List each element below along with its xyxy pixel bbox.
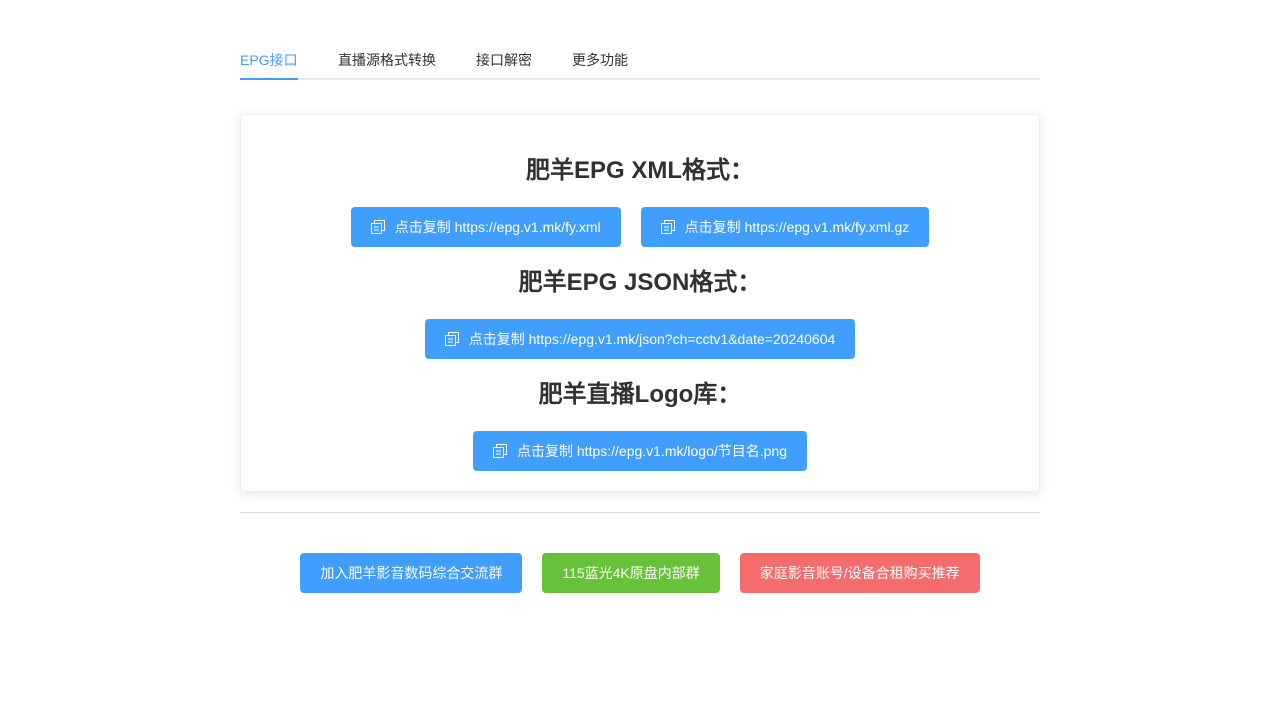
copy-icon <box>493 444 507 458</box>
json-button-row: 点击复制 https://epg.v1.mk/json?ch=cctv1&dat… <box>241 319 1039 359</box>
bluray-group-button[interactable]: 115蓝光4K原盘内部群 <box>542 553 720 593</box>
page: EPG接口 直播源格式转换 接口解密 更多功能 肥羊EPG XML格式： 点击复… <box>0 0 1280 720</box>
copy-json-label: 点击复制 https://epg.v1.mk/json?ch=cctv1&dat… <box>468 331 836 347</box>
xml-section-title: 肥羊EPG XML格式： <box>525 157 754 184</box>
divider <box>240 512 1040 513</box>
json-section-title: 肥羊EPG JSON格式： <box>518 269 762 296</box>
logo-button-row: 点击复制 https://epg.v1.mk/logo/节目名.png <box>241 431 1039 471</box>
tab-interface-decrypt[interactable]: 接口解密 <box>476 40 532 78</box>
copy-icon <box>444 332 459 346</box>
active-tab-indicator <box>240 78 298 80</box>
copy-xml-gz-button[interactable]: 点击复制 https://epg.v1.mk/fy.xml.gz <box>640 207 930 247</box>
tab-bar: EPG接口 直播源格式转换 接口解密 更多功能 <box>240 40 1040 80</box>
copy-json-button[interactable]: 点击复制 https://epg.v1.mk/json?ch=cctv1&dat… <box>424 319 856 359</box>
account-rental-button[interactable]: 家庭影音账号/设备合租购买推荐 <box>739 553 980 593</box>
footer-button-row: 加入肥羊影音数码综合交流群 115蓝光4K原盘内部群 家庭影音账号/设备合租购买… <box>0 553 1280 593</box>
tab-epg-interface[interactable]: EPG接口 <box>240 40 298 78</box>
copy-xml-button[interactable]: 点击复制 https://epg.v1.mk/fy.xml <box>350 207 621 247</box>
copy-icon <box>370 220 385 234</box>
tab-more-features[interactable]: 更多功能 <box>572 40 628 78</box>
copy-xml-gz-label: 点击复制 https://epg.v1.mk/fy.xml.gz <box>684 219 910 235</box>
xml-button-row: 点击复制 https://epg.v1.mk/fy.xml 点击复制 https… <box>241 207 1039 247</box>
copy-icon <box>660 220 675 234</box>
epg-card: 肥羊EPG XML格式： 点击复制 https://epg.v1.mk/fy.x… <box>240 114 1040 492</box>
logo-section-title: 肥羊直播Logo库： <box>538 381 742 408</box>
copy-xml-label: 点击复制 https://epg.v1.mk/fy.xml <box>394 219 601 235</box>
copy-logo-label: 点击复制 https://epg.v1.mk/logo/节目名.png <box>517 443 787 459</box>
join-group-button[interactable]: 加入肥羊影音数码综合交流群 <box>300 553 523 593</box>
copy-logo-button[interactable]: 点击复制 https://epg.v1.mk/logo/节目名.png <box>473 431 807 471</box>
tab-live-source-convert[interactable]: 直播源格式转换 <box>338 40 436 78</box>
